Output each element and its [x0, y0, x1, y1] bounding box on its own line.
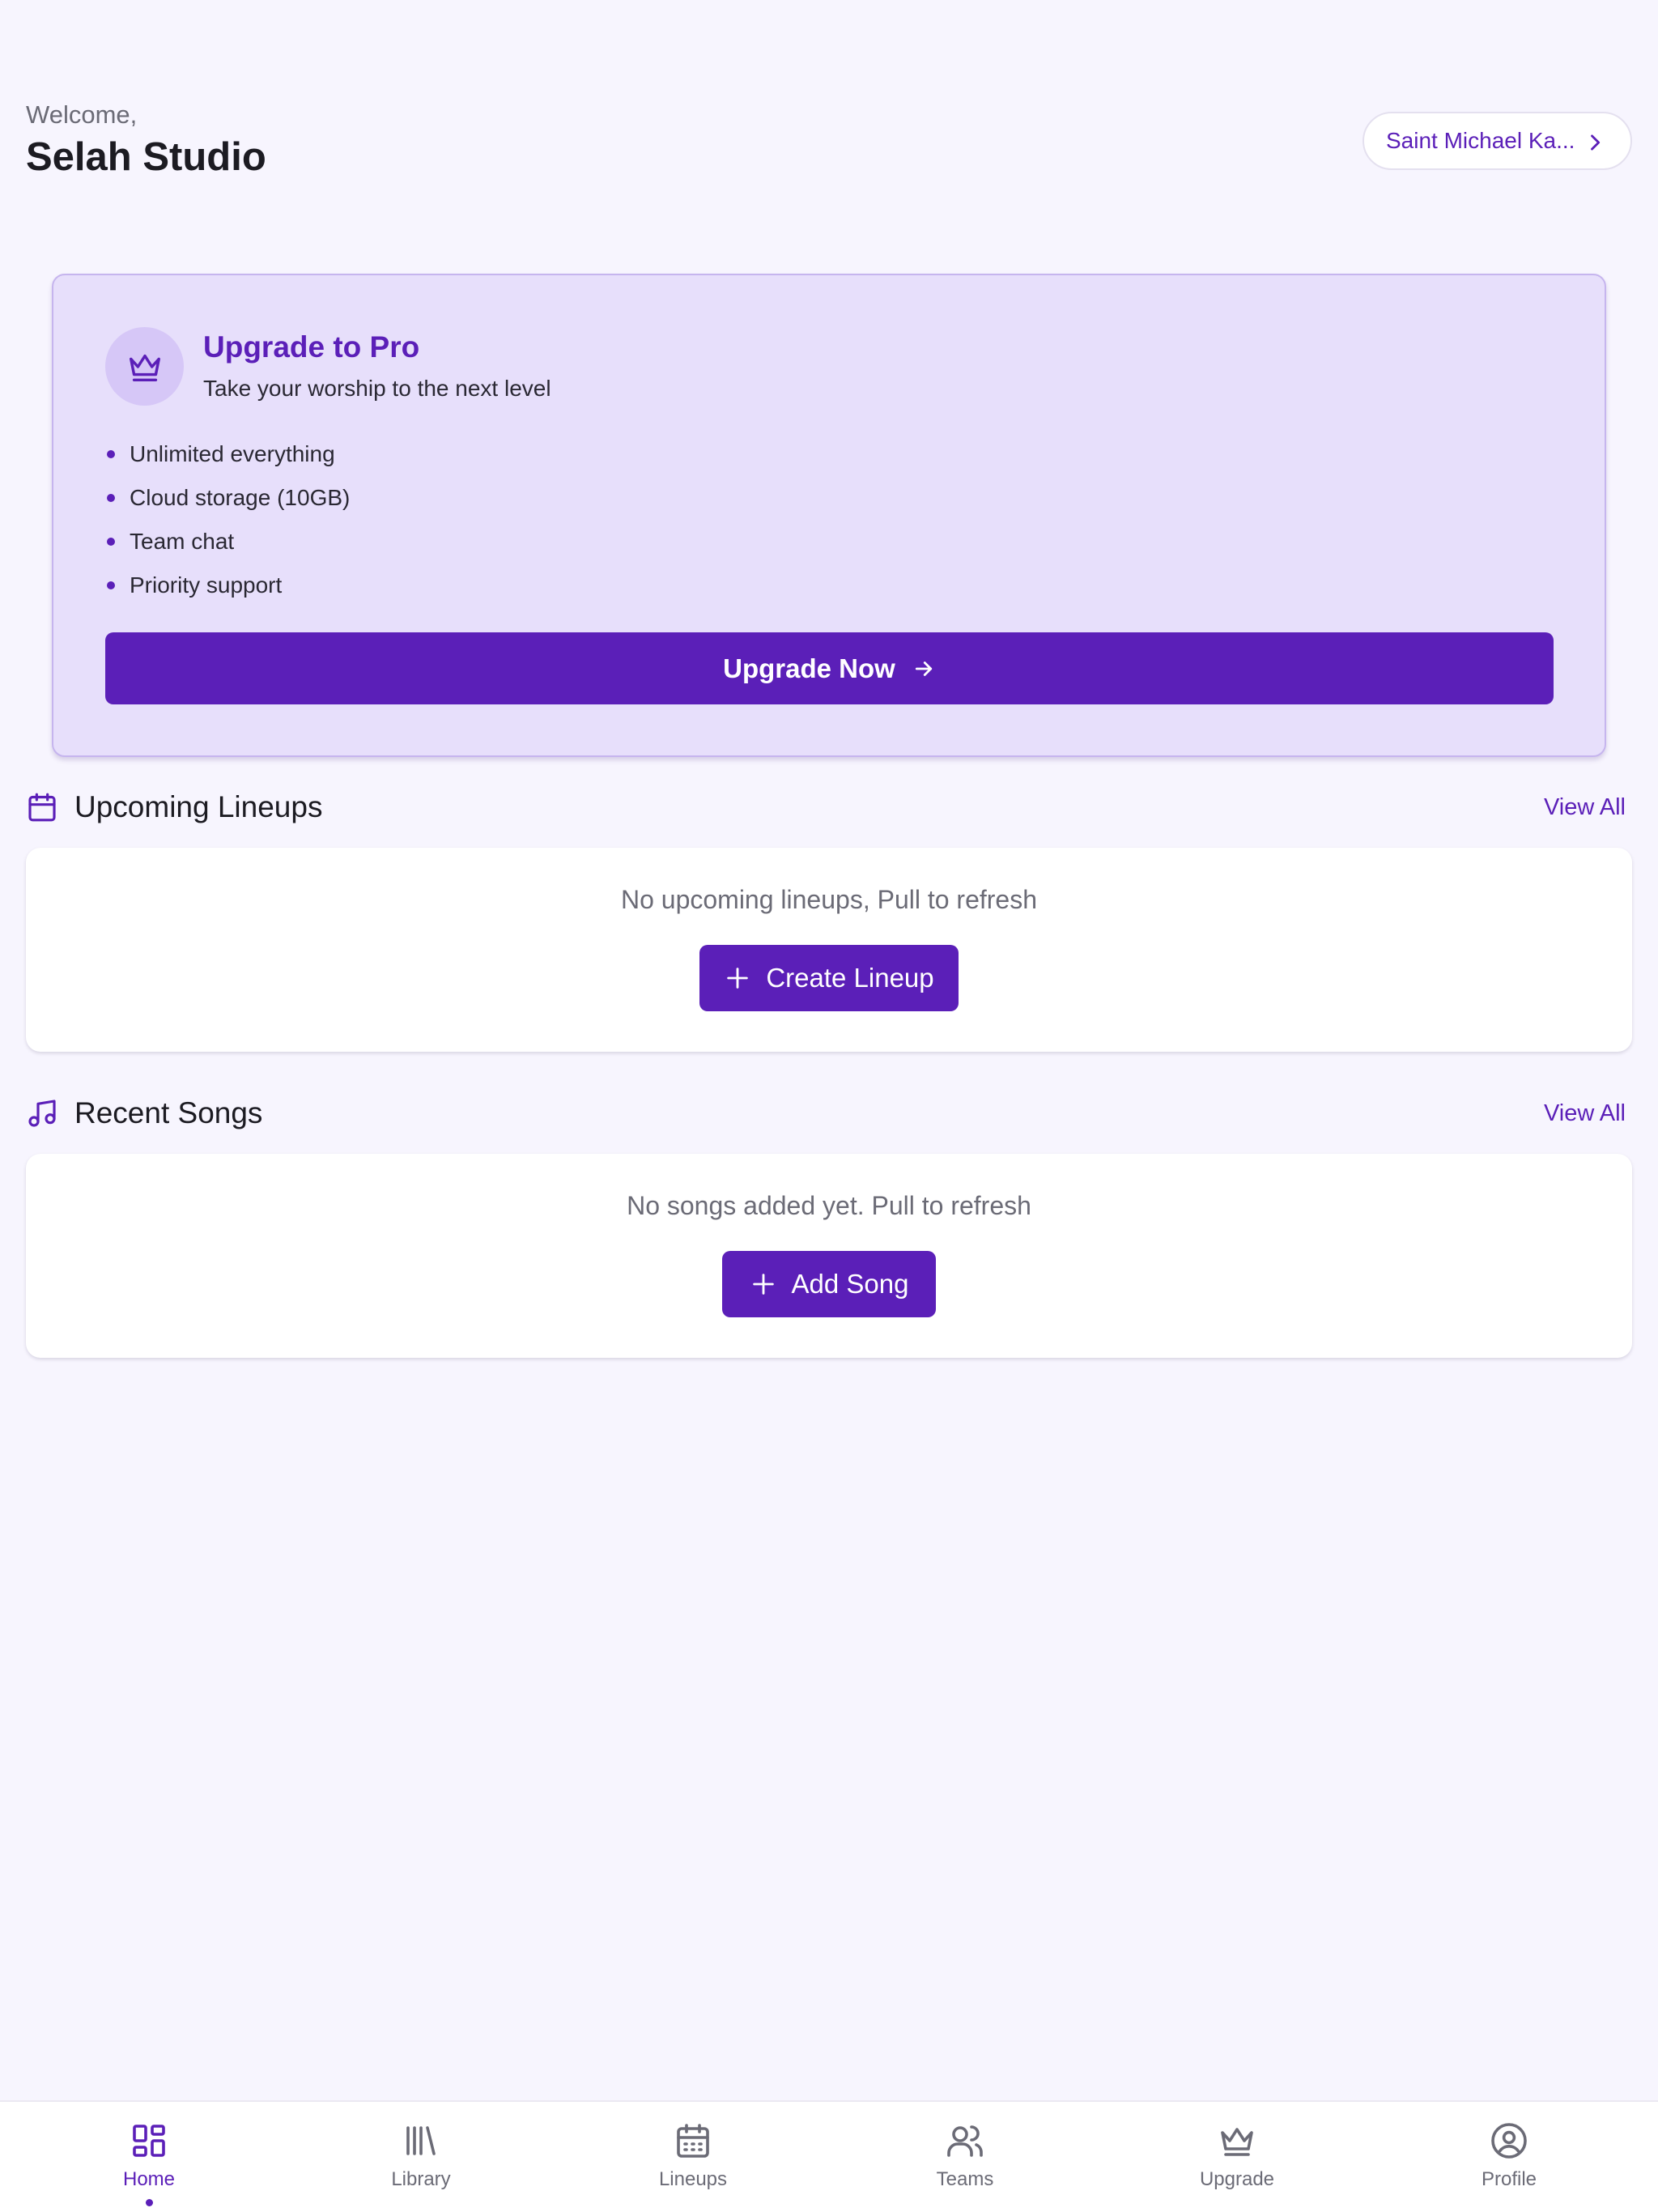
songs-title: Recent Songs	[74, 1096, 263, 1129]
feature-item: Team chat	[105, 520, 350, 564]
create-lineup-button[interactable]: Create Lineup	[699, 945, 959, 1011]
tab-library-label: Library	[391, 2168, 451, 2190]
welcome-label: Welcome,	[26, 100, 138, 129]
tab-profile-label: Profile	[1481, 2168, 1537, 2190]
library-icon	[406, 2126, 436, 2155]
plus-icon	[752, 1274, 774, 1295]
crown-badge	[105, 327, 184, 406]
tab-library[interactable]: Library	[285, 2102, 557, 2212]
lineups-title: Upcoming Lineups	[74, 790, 323, 823]
calendar-icon	[28, 793, 56, 822]
tab-lineups[interactable]: Lineups	[557, 2102, 829, 2212]
pro-title: Upgrade to Pro	[203, 330, 420, 364]
grid-icon	[133, 2125, 165, 2157]
feature-item: Unlimited everything	[105, 432, 350, 476]
tab-upgrade[interactable]: Upgrade	[1101, 2102, 1373, 2212]
bullet-dot	[107, 538, 115, 546]
user-name: Selah Studio	[26, 135, 266, 179]
calendar-icon	[677, 2124, 709, 2158]
tab-upgrade-label: Upgrade	[1199, 2168, 1275, 2190]
songs-empty-message: No songs added yet. Pull to refresh	[627, 1191, 1031, 1220]
feature-label: Unlimited everything	[130, 441, 335, 466]
church-selector-button[interactable]: Saint Michael Ka...	[1363, 112, 1632, 170]
users-icon	[947, 2125, 983, 2157]
feature-list: Unlimited everything Cloud storage (10GB…	[105, 432, 350, 607]
add-song-button[interactable]: Add Song	[722, 1251, 936, 1317]
tab-teams-label: Teams	[936, 2168, 994, 2190]
feature-label: Team chat	[130, 529, 235, 554]
user-circle-icon	[1491, 2123, 1527, 2159]
pro-subtitle: Take your worship to the next level	[203, 376, 551, 401]
bullet-dot	[107, 450, 115, 458]
tab-lineups-label: Lineups	[658, 2168, 728, 2190]
home-screen: Welcome, Selah Studio Saint Michael Ka..…	[0, 0, 1658, 2212]
lineups-view-all-link[interactable]: View All	[1544, 794, 1626, 821]
feature-label: Cloud storage (10GB)	[130, 485, 351, 510]
bottom-tab-bar: Home Library Lineups Teams Upgrade Profi…	[0, 2100, 1658, 2212]
active-indicator	[145, 2199, 153, 2206]
crown-icon	[1221, 2128, 1253, 2156]
tab-teams[interactable]: Teams	[829, 2102, 1101, 2212]
upgrade-pro-card: Upgrade to Pro Take your worship to the …	[52, 274, 1606, 757]
upgrade-now-button[interactable]: Upgrade Now	[105, 632, 1554, 704]
tab-home-label: Home	[122, 2168, 176, 2190]
songs-empty-card: No songs added yet. Pull to refresh Add …	[26, 1154, 1632, 1358]
upgrade-now-label: Upgrade Now	[723, 653, 895, 683]
church-name: Saint Michael Ka...	[1386, 128, 1575, 153]
tab-home[interactable]: Home	[13, 2102, 285, 2212]
feature-label: Priority support	[130, 572, 283, 598]
music-note-icon	[28, 1100, 56, 1127]
crown-icon	[129, 354, 160, 381]
bullet-dot	[107, 581, 115, 589]
bullet-dot	[107, 494, 115, 502]
chevron-right-icon	[1591, 134, 1601, 151]
feature-item: Cloud storage (10GB)	[105, 476, 350, 520]
add-song-label: Add Song	[791, 1269, 909, 1299]
feature-item: Priority support	[105, 564, 350, 607]
songs-section-header: Recent Songs View All	[26, 1094, 1632, 1133]
lineups-empty-message: No upcoming lineups, Pull to refresh	[620, 885, 1038, 914]
lineups-section-header: Upcoming Lineups View All	[26, 788, 1632, 827]
plus-icon	[727, 968, 749, 989]
lineups-empty-card: No upcoming lineups, Pull to refresh Cre…	[26, 848, 1632, 1052]
tab-profile[interactable]: Profile	[1373, 2102, 1645, 2212]
songs-view-all-link[interactable]: View All	[1544, 1100, 1626, 1127]
create-lineup-label: Create Lineup	[766, 963, 934, 993]
arrow-right-icon	[915, 661, 932, 676]
